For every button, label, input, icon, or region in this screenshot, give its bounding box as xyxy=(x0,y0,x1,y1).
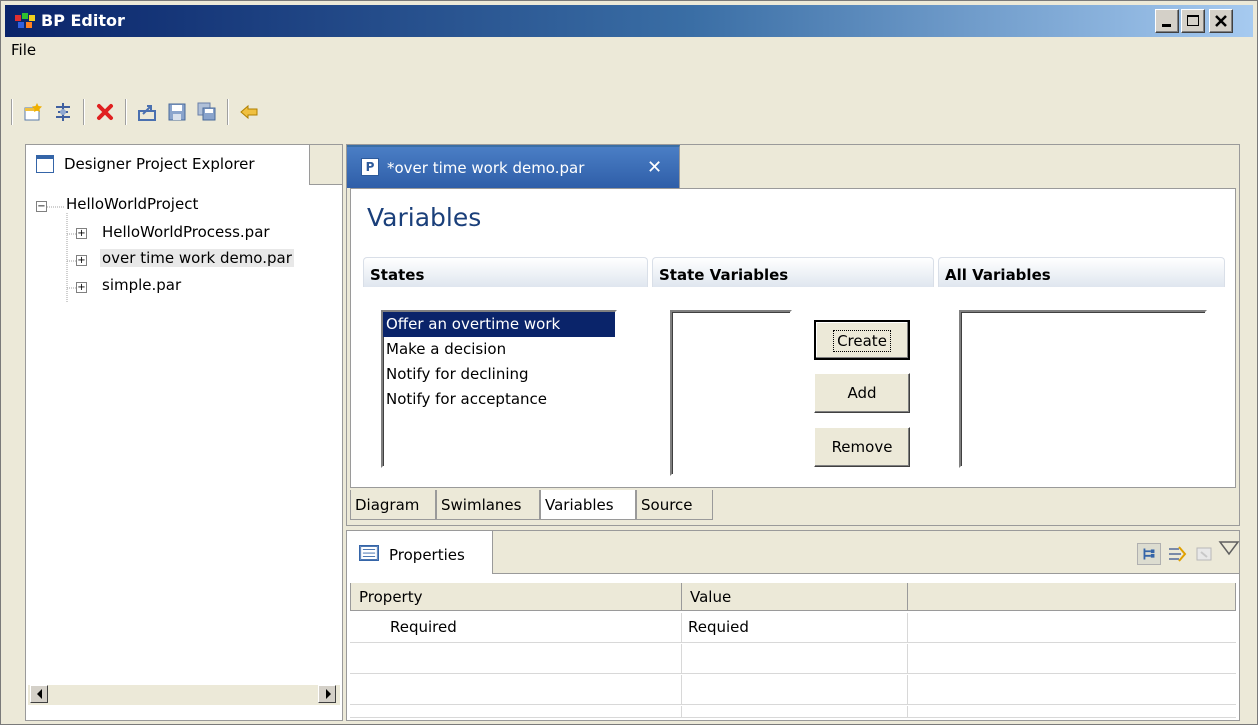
empty-cell xyxy=(682,644,908,674)
column-header-property[interactable]: Property xyxy=(350,583,682,611)
tree-node[interactable]: HelloWorldProcess.par xyxy=(102,223,270,241)
state-variables-section-header: State Variables xyxy=(652,257,934,287)
tab-designer-project-explorer[interactable]: Designer Project Explorer xyxy=(26,145,310,185)
table-row xyxy=(350,675,1236,705)
export-button[interactable] xyxy=(135,100,159,124)
close-button[interactable] xyxy=(1209,9,1233,33)
window-title: BP Editor xyxy=(41,11,125,30)
tab-diagram[interactable]: Diagram xyxy=(350,490,436,520)
maximize-icon xyxy=(1187,15,1199,26)
toolbar-separator xyxy=(83,99,85,125)
maximize-button[interactable] xyxy=(1181,9,1205,33)
horizontal-scrollbar[interactable] xyxy=(28,685,340,705)
list-item[interactable]: Offer an overtime work xyxy=(383,312,615,337)
empty-cell xyxy=(350,706,682,718)
states-section-header: States xyxy=(363,257,648,287)
empty-cell xyxy=(350,675,682,705)
editor-panel: P *over time work demo.par ✕ Variables S… xyxy=(346,144,1240,526)
properties-view-icon xyxy=(359,545,379,561)
properties-panel: Properties Property Value Required Requi… xyxy=(346,530,1240,721)
states-title: States xyxy=(370,266,425,284)
minimize-button[interactable] xyxy=(1155,9,1179,33)
editor-tab-label: *over time work demo.par xyxy=(387,159,585,177)
remove-button[interactable]: Remove xyxy=(814,427,910,467)
properties-tab-bar: Properties xyxy=(347,531,1241,574)
page-title: Variables xyxy=(367,203,482,232)
tree-node-root[interactable]: HelloWorldProject xyxy=(66,195,198,213)
scroll-right-button[interactable] xyxy=(318,685,336,703)
expand-toggle[interactable]: + xyxy=(76,282,87,293)
tab-over-time-work-demo[interactable]: P *over time work demo.par ✕ xyxy=(347,145,680,188)
table-row xyxy=(350,706,1236,718)
restore-default-icon[interactable] xyxy=(1193,543,1217,565)
all-variables-list[interactable] xyxy=(959,310,1207,468)
view-menu-icon[interactable] xyxy=(1217,537,1241,559)
list-item[interactable]: Notify for acceptance xyxy=(383,387,615,412)
column-header-value[interactable]: Value xyxy=(682,583,908,611)
project-explorer-panel: Designer Project Explorer − HelloWorldPr… xyxy=(25,144,343,721)
toolbar xyxy=(5,95,1253,129)
save-button[interactable] xyxy=(165,100,189,124)
state-variables-list[interactable] xyxy=(670,310,792,476)
deploy-button[interactable] xyxy=(51,100,75,124)
arrow-right-icon xyxy=(326,689,331,699)
title-bar[interactable]: BP Editor xyxy=(5,5,1253,37)
properties-tab-label: Properties xyxy=(389,546,465,564)
back-icon xyxy=(240,104,258,120)
all-variables-title: All Variables xyxy=(945,266,1051,284)
scroll-left-button[interactable] xyxy=(30,685,48,703)
new-project-icon xyxy=(24,103,42,121)
expand-toggle[interactable]: + xyxy=(76,228,87,239)
variables-page: Variables States State Variables All Var… xyxy=(350,188,1236,488)
tree-node-selected[interactable]: over time work demo.par xyxy=(100,249,294,267)
menu-file[interactable]: File xyxy=(11,41,36,59)
new-project-button[interactable] xyxy=(21,100,45,124)
app-window: BP Editor File Designer Project Explorer… xyxy=(0,0,1258,725)
property-cell: Required xyxy=(350,613,682,643)
tab-source[interactable]: Source xyxy=(636,490,713,520)
export-icon xyxy=(138,105,156,121)
save-all-button[interactable] xyxy=(195,100,219,124)
deploy-icon xyxy=(56,103,70,121)
tab-properties[interactable]: Properties xyxy=(347,531,493,574)
state-variables-title: State Variables xyxy=(659,266,789,284)
explorer-tab-label: Designer Project Explorer xyxy=(64,155,255,173)
back-button[interactable] xyxy=(237,100,261,124)
delete-button[interactable] xyxy=(93,100,117,124)
toolbar-separator xyxy=(125,99,127,125)
list-item[interactable]: Notify for declining xyxy=(383,362,615,387)
empty-cell xyxy=(682,675,908,705)
empty-cell xyxy=(682,706,908,718)
categories-toggle-icon[interactable] xyxy=(1137,543,1161,565)
create-button-label: Create xyxy=(833,330,891,352)
tree-node[interactable]: simple.par xyxy=(102,276,181,294)
arrow-left-icon xyxy=(37,689,42,699)
states-list[interactable]: Offer an overtime work Make a decision N… xyxy=(381,310,617,468)
list-item[interactable]: Make a decision xyxy=(383,337,615,362)
value-cell[interactable]: Requied xyxy=(682,613,908,643)
expand-toggle[interactable]: + xyxy=(76,255,87,266)
menu-bar: File xyxy=(5,39,1253,63)
tab-swimlanes[interactable]: Swimlanes xyxy=(436,490,540,520)
close-icon xyxy=(1215,15,1227,27)
minimize-icon xyxy=(1162,24,1171,27)
tab-close-icon[interactable]: ✕ xyxy=(647,157,662,178)
toolbar-separator xyxy=(227,99,229,125)
empty-cell xyxy=(350,644,682,674)
tab-variables[interactable]: Variables xyxy=(540,490,636,520)
process-file-icon: P xyxy=(361,158,379,176)
column-header-empty xyxy=(908,583,1236,611)
create-button[interactable]: Create xyxy=(814,320,910,360)
toolbar-separator xyxy=(11,99,13,125)
add-button[interactable]: Add xyxy=(814,373,910,413)
app-icon xyxy=(15,13,35,28)
table-row[interactable]: Required Requied xyxy=(350,613,1236,643)
explorer-view-icon xyxy=(36,155,54,173)
save-all-icon xyxy=(197,102,216,121)
delete-icon xyxy=(97,104,113,120)
table-row xyxy=(350,644,1236,674)
advanced-properties-icon[interactable] xyxy=(1165,543,1189,565)
all-variables-section-header: All Variables xyxy=(938,257,1225,287)
save-icon xyxy=(168,103,186,121)
